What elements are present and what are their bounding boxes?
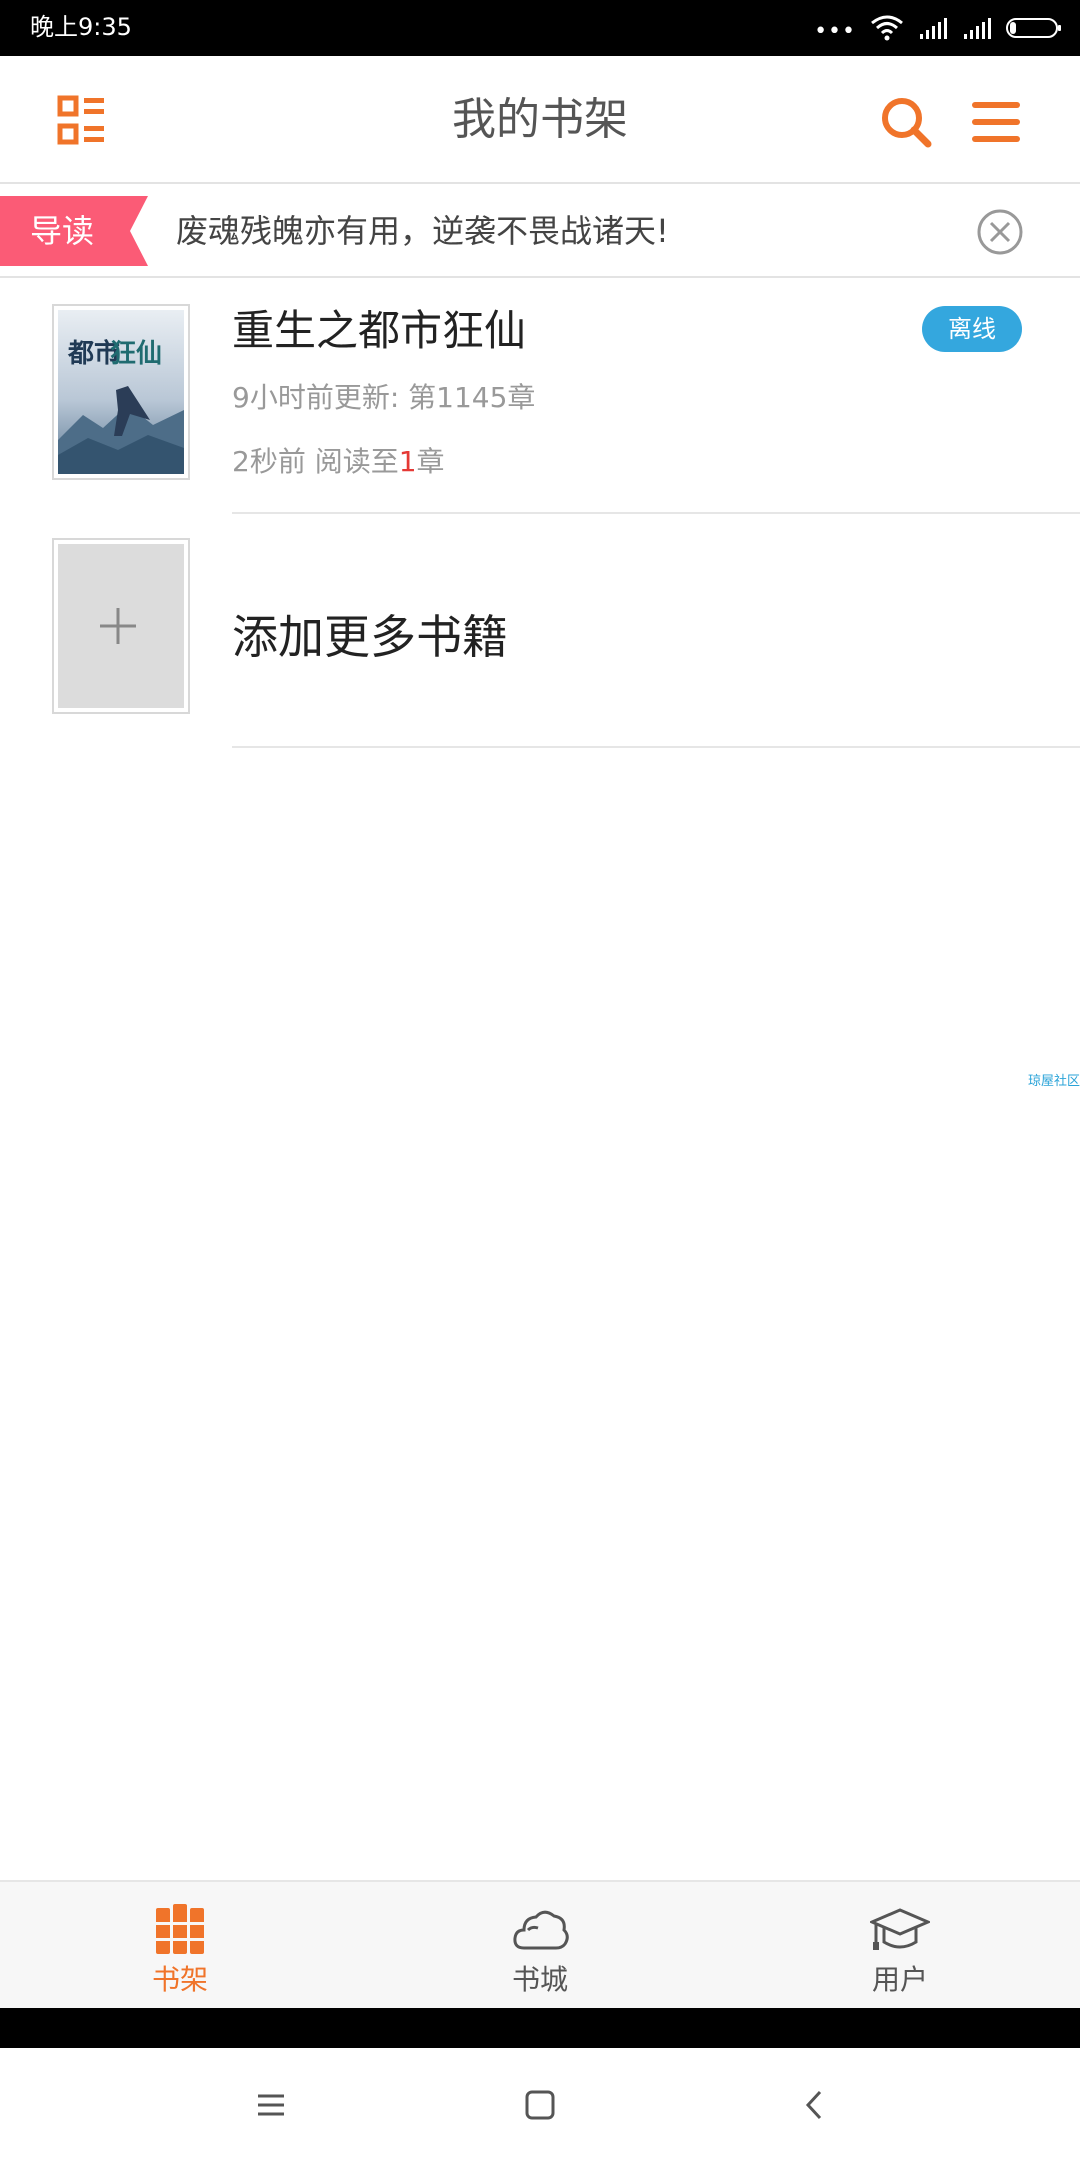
- add-book-cover[interactable]: [52, 538, 190, 714]
- watermark: 琼屋社区: [1027, 1074, 1080, 1089]
- book-cover-image: 都市 狂仙: [58, 310, 184, 474]
- plus-icon: [100, 608, 136, 644]
- book-cover[interactable]: 都市 狂仙: [52, 304, 190, 480]
- back-button[interactable]: [790, 2080, 840, 2130]
- menu-lines-icon: [258, 2094, 284, 2116]
- signal-icon: [920, 18, 947, 39]
- status-bar: 晚上9:35 •••: [0, 0, 1080, 56]
- tab-bookstore[interactable]: 书城: [360, 1882, 720, 2010]
- status-time: 晚上9:35: [30, 13, 132, 41]
- read-progress-suffix: 章: [416, 445, 445, 478]
- bookshelf-icon: [156, 1904, 204, 1954]
- battery-icon: [1006, 18, 1061, 38]
- tab-bookshelf[interactable]: 书架: [0, 1882, 360, 2010]
- add-book-placeholder: [58, 544, 184, 708]
- add-more-books[interactable]: 添加更多书籍: [0, 514, 1080, 748]
- offline-badge[interactable]: 离线: [922, 306, 1022, 352]
- status-icons: •••: [814, 12, 1061, 44]
- close-guide-button[interactable]: [976, 208, 1024, 256]
- book-read-progress: 2秒前 阅读至1章: [232, 444, 445, 480]
- graduation-cap-icon: [870, 1908, 930, 1950]
- guide-headline[interactable]: 废魂残魄亦有用，逆袭不畏战诸天!: [176, 196, 669, 266]
- book-title[interactable]: 重生之都市狂仙: [232, 304, 526, 358]
- home-button[interactable]: [515, 2080, 565, 2130]
- tab-user-label: 用户: [871, 1963, 928, 1996]
- add-more-books-label[interactable]: 添加更多书籍: [232, 610, 508, 664]
- close-icon: [977, 209, 1023, 255]
- back-chevron-icon: [805, 2090, 822, 2120]
- book-item[interactable]: 都市 狂仙 重生之都市狂仙 9小时前更新: 第1145章 2秒前 阅读至1章 离…: [0, 280, 1080, 514]
- tab-bookstore-label: 书城: [511, 1963, 568, 1996]
- top-header: 我的书架: [0, 56, 1080, 184]
- system-nav-bar: [0, 2048, 1080, 2160]
- book-update-info: 9小时前更新: 第1145章: [232, 381, 536, 414]
- wifi-icon: [871, 15, 903, 41]
- read-progress-prefix: 2秒前 阅读至: [232, 445, 399, 478]
- menu-button[interactable]: [966, 92, 1026, 152]
- search-icon: [882, 98, 932, 148]
- guide-banner[interactable]: 导读 废魂残魄亦有用，逆袭不畏战诸天!: [0, 184, 1080, 278]
- hamburger-menu-icon: [972, 102, 1020, 142]
- separator-bar: [0, 2008, 1080, 2048]
- recent-apps-button[interactable]: [246, 2080, 296, 2130]
- search-button[interactable]: [876, 92, 936, 152]
- guide-tag: 导读: [30, 212, 95, 250]
- svg-text:狂仙: 狂仙: [110, 339, 162, 369]
- dots-icon: •••: [814, 19, 856, 44]
- bottom-tab-bar: 书架 书城 用户: [0, 1880, 1080, 2008]
- home-square-icon: [525, 2090, 555, 2120]
- cloud-icon: [513, 1910, 569, 1950]
- signal-icon: [964, 18, 991, 39]
- tab-bookshelf-label: 书架: [151, 1963, 208, 1996]
- tab-user[interactable]: 用户: [720, 1882, 1080, 2010]
- read-chapter-number: 1: [398, 445, 417, 478]
- divider: [232, 746, 1080, 748]
